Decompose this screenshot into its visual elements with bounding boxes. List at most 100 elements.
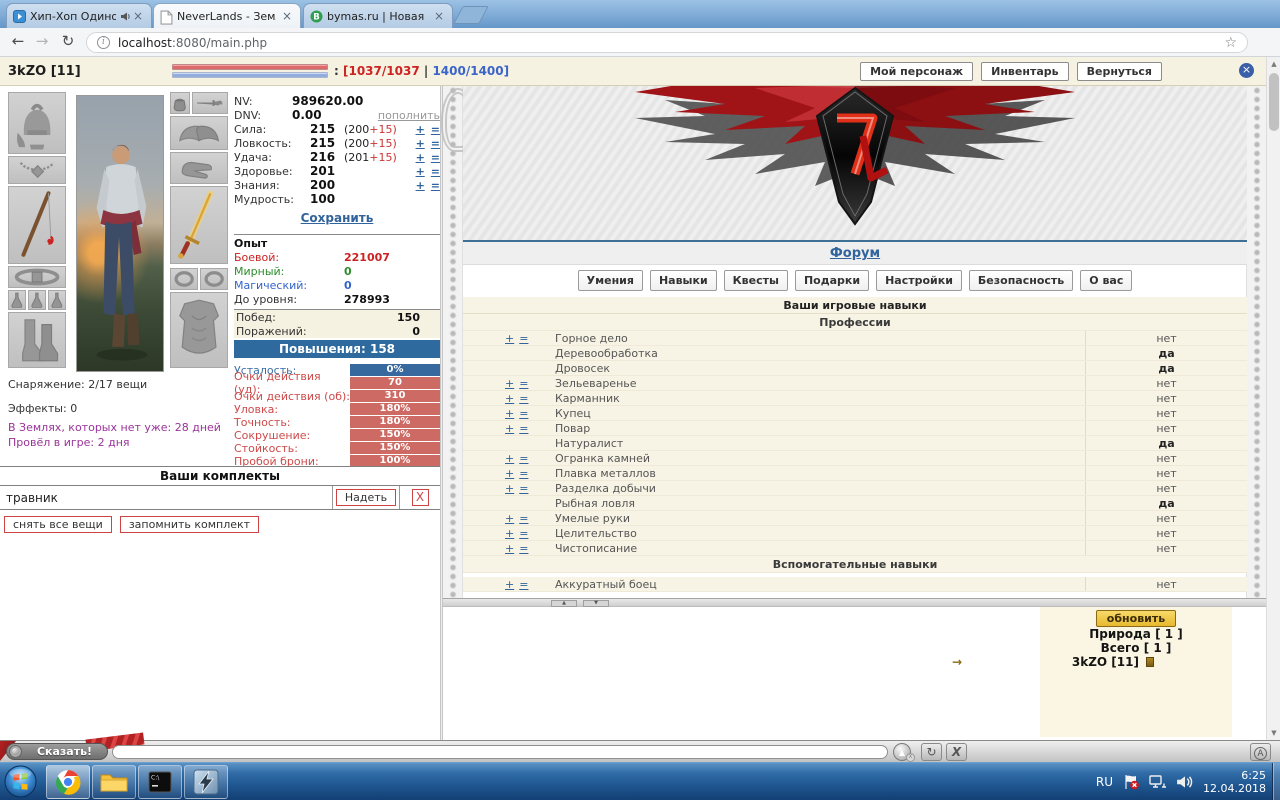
stat-equals-link[interactable]: = — [431, 137, 440, 150]
slot-ring-2[interactable] — [200, 268, 228, 290]
slot-sword-equipped[interactable] — [170, 186, 228, 264]
slot-belt[interactable] — [8, 266, 66, 288]
slot-amulet[interactable] — [8, 156, 66, 184]
skill-plus-link[interactable]: + — [505, 578, 514, 591]
tab-audio-icon[interactable] — [120, 11, 131, 22]
skill-plus-link[interactable]: + — [505, 467, 514, 480]
chat-message-input[interactable] — [112, 745, 888, 759]
slot-potion-1[interactable] — [8, 290, 26, 310]
browser-tab-neverlands[interactable]: NeverLands - Земли, кот × — [153, 3, 301, 28]
slot-potion-3[interactable] — [48, 290, 66, 310]
stat-equals-link[interactable]: = — [431, 165, 440, 178]
address-bar[interactable]: i localhost :8080/main.php ☆ — [86, 32, 1248, 53]
chat-font-icon[interactable]: A — [1250, 743, 1271, 761]
player-list-entry[interactable]: → 3kZO [11] — [1040, 655, 1186, 669]
kit-name-input[interactable] — [0, 491, 332, 505]
skill-plus-link[interactable]: + — [505, 452, 514, 465]
tab-close-icon[interactable]: × — [432, 10, 446, 22]
game-nav-tab[interactable]: Умения — [578, 270, 643, 291]
language-indicator[interactable]: RU — [1096, 775, 1113, 789]
slot-pouch[interactable] — [170, 92, 190, 114]
bookmark-star-icon[interactable]: ☆ — [1224, 35, 1237, 51]
game-nav-tab[interactable]: О вас — [1080, 270, 1132, 291]
start-button[interactable] — [4, 765, 37, 798]
game-nav-tab[interactable]: Навыки — [650, 270, 717, 291]
player-info-icon[interactable] — [1146, 657, 1154, 667]
chat-clear-icon[interactable]: X — [946, 743, 967, 761]
slot-gloves[interactable] — [170, 152, 228, 184]
slot-helmet[interactable] — [8, 92, 66, 154]
reload-icon[interactable]: ↻ — [58, 32, 78, 50]
game-nav-tab[interactable]: Квесты — [724, 270, 788, 291]
game-nav-tab[interactable]: Настройки — [876, 270, 962, 291]
taskbar-cmd-button[interactable]: C:\ — [138, 765, 182, 799]
action-center-flag-icon[interactable] — [1122, 774, 1140, 790]
header-button[interactable]: Мой персонаж — [860, 62, 973, 81]
delete-kit-icon[interactable]: X — [412, 489, 429, 506]
stat-equals-link[interactable]: = — [431, 151, 440, 164]
taskbar-clock[interactable]: 6:25 12.04.2018 — [1203, 769, 1266, 795]
save-link[interactable]: Сохранить — [234, 211, 440, 225]
game-nav-tab[interactable]: Безопасность — [969, 270, 1073, 291]
game-nav-tab[interactable]: Подарки — [795, 270, 869, 291]
close-panel-icon[interactable]: × — [1239, 63, 1254, 78]
forward-icon[interactable]: → — [32, 32, 52, 50]
back-icon[interactable]: ← — [8, 32, 28, 50]
stat-plus-link[interactable]: + — [416, 165, 425, 178]
skill-plus-link[interactable]: + — [505, 422, 514, 435]
slot-potion-2[interactable] — [28, 290, 46, 310]
taskbar-lightning-app-button[interactable] — [184, 765, 228, 799]
scroll-down-icon[interactable]: ▼ — [583, 600, 609, 607]
skill-plus-link[interactable]: + — [505, 377, 514, 390]
browser-tab-music[interactable]: Хип-Хоп Одинокой С × — [6, 3, 152, 28]
slot-armor[interactable] — [170, 292, 228, 368]
skill-plus-link[interactable]: + — [505, 512, 514, 525]
skill-plus-link[interactable]: + — [505, 482, 514, 495]
skill-plus-link[interactable]: + — [505, 407, 514, 420]
chat-refresh-icon[interactable]: ↻ — [921, 743, 942, 761]
chat-orb-icon[interactable] — [9, 745, 22, 758]
slot-ring-1[interactable] — [170, 268, 198, 290]
top-up-link[interactable]: пополнить — [378, 109, 440, 122]
stat-equals-link[interactable]: = — [431, 179, 440, 192]
refresh-button[interactable]: обновить — [1096, 610, 1176, 627]
skill-plus-link[interactable]: + — [505, 332, 514, 345]
header-button[interactable]: Инвентарь — [981, 62, 1068, 81]
forum-link[interactable]: Форум — [830, 246, 880, 261]
skill-plus-link[interactable]: + — [505, 527, 514, 540]
browser-tab-bymas[interactable]: B bymas.ru | Новая тема × — [303, 3, 453, 28]
network-icon[interactable] — [1149, 774, 1167, 790]
slot-dagger[interactable] — [192, 92, 228, 114]
stat-plus-link[interactable]: + — [416, 151, 425, 164]
slot-shoulders[interactable] — [170, 116, 228, 150]
stat-plus-link[interactable]: + — [416, 179, 425, 192]
show-desktop-button[interactable] — [1272, 763, 1280, 800]
unequip-all-button[interactable]: снять все вещи — [4, 516, 112, 533]
wear-kit-button[interactable]: Надеть — [336, 489, 396, 506]
tab-close-icon[interactable]: × — [131, 10, 145, 22]
tab-close-icon[interactable]: × — [280, 10, 294, 22]
record-label: Поражений: — [236, 325, 307, 338]
player-list-name[interactable]: 3kZO [11] — [1072, 655, 1139, 669]
stat-equals-link[interactable]: = — [431, 123, 440, 136]
slot-boots[interactable] — [8, 312, 66, 368]
header-button[interactable]: Вернуться — [1077, 62, 1162, 81]
stat-plus-link[interactable]: + — [416, 123, 425, 136]
new-tab-button[interactable] — [453, 6, 489, 24]
scrollbar-down-icon[interactable]: ▼ — [1267, 726, 1280, 740]
remember-kit-button[interactable]: запомнить комплект — [120, 516, 259, 533]
taskbar-explorer-button[interactable] — [92, 765, 136, 799]
slot-fishing-rod-equipped[interactable] — [8, 186, 66, 264]
chat-send-badge-icon[interactable]: X — [906, 753, 915, 762]
skill-plus-link[interactable]: + — [505, 392, 514, 405]
scrollbar-up-icon[interactable]: ▲ — [1267, 57, 1280, 71]
scrollbar-thumb[interactable] — [1269, 73, 1279, 131]
scroll-up-icon[interactable]: ▲ — [551, 600, 577, 607]
skill-plus-link[interactable]: + — [505, 542, 514, 555]
volume-icon[interactable] — [1176, 774, 1194, 790]
tab-title: NeverLands - Земли, кот — [177, 10, 276, 23]
stat-plus-link[interactable]: + — [416, 137, 425, 150]
page-scrollbar[interactable]: ▲ ▼ — [1266, 57, 1280, 740]
taskbar-chrome-button[interactable] — [46, 765, 90, 799]
page-info-icon[interactable]: i — [97, 36, 110, 49]
